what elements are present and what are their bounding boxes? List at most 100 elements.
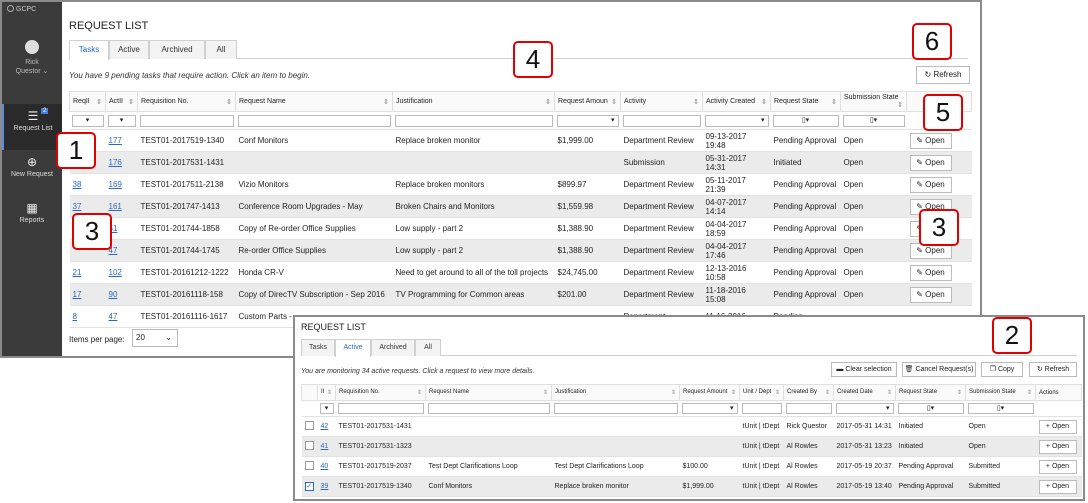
tab-tasks[interactable]: Tasks — [69, 40, 109, 60]
filter-dropdown[interactable]: ▯▾ — [967, 403, 1034, 414]
table-row[interactable]: 40 TEST01-2017519-2037 Test Dept Clarifica… — [301, 456, 1082, 477]
column-header[interactable]: Request Amount ⇕ — [679, 384, 740, 401]
column-header[interactable]: Justification ⇕ — [392, 91, 555, 112]
request-id-link[interactable]: 8 — [73, 312, 77, 321]
refresh-button[interactable]: ↻ Refresh — [1029, 362, 1077, 377]
row-checkbox[interactable] — [304, 420, 314, 430]
filter-input[interactable] — [394, 114, 553, 127]
request-id-link[interactable]: 37 — [73, 202, 82, 211]
activity-id-link[interactable]: 102 — [109, 268, 122, 277]
column-header[interactable]: Request Name ⇕ — [235, 91, 393, 112]
filter-input[interactable] — [785, 403, 832, 414]
filter-dropdown[interactable]: ▯▾ — [897, 403, 964, 414]
open-button[interactable]: + Open — [1038, 419, 1077, 434]
filter-dropdown[interactable]: ▾ — [319, 403, 334, 414]
column-header[interactable]: Justification ⇕ — [551, 384, 680, 401]
tab-all[interactable]: All — [205, 40, 237, 59]
request-id-link[interactable]: 38 — [73, 180, 82, 189]
column-header[interactable]: Requisition No. ⇕ — [137, 91, 236, 112]
tab-active[interactable]: Active — [109, 40, 149, 59]
column-header[interactable]: ReqII ⇕ — [69, 91, 106, 112]
open-button[interactable]: ✎ Open — [909, 286, 952, 303]
filter-input[interactable] — [427, 403, 550, 414]
filter-input[interactable] — [741, 403, 782, 414]
filter-input[interactable] — [337, 403, 424, 414]
filter-input[interactable] — [139, 114, 234, 127]
filter-dropdown[interactable]: ▾ — [704, 114, 769, 127]
tab-active[interactable]: Active — [335, 339, 371, 357]
filter-dropdown[interactable]: ▾ — [681, 403, 738, 414]
refresh-button[interactable]: ↻ Refresh — [916, 66, 970, 84]
table-row[interactable]: 177 TEST01-2017519-1340 Conf Monitors Repla… — [69, 129, 972, 152]
column-header[interactable]: Unit / Dept ⇕ — [739, 384, 784, 401]
cell-text: Copy of Re-order Office Supplies — [238, 224, 356, 233]
activity-id-link[interactable]: 176 — [109, 158, 122, 167]
sidebar-item-new-request[interactable]: ⊕ New Request — [2, 150, 62, 196]
filter-dropdown[interactable]: ▾ — [71, 114, 104, 127]
table-row[interactable]: 176 TEST01-2017531-1431 Submission 05-31-20… — [69, 151, 972, 174]
table-row[interactable]: 51 TEST01-201744-1858 Copy of Re-order Off… — [69, 217, 972, 240]
filter-dropdown[interactable]: ▾ — [835, 403, 894, 414]
tab-tasks[interactable]: Tasks — [301, 339, 335, 356]
filter-input[interactable] — [622, 114, 701, 127]
filter-input[interactable] — [553, 403, 678, 414]
sidebar-item-request-list[interactable]: ☰ 2 Request List — [2, 104, 62, 150]
table-row[interactable]: ✓ 39 TEST01-2017519-1340 Conf Monitors Repla… — [301, 476, 1082, 497]
column-header[interactable]: Request Amoun ⇕ — [554, 91, 621, 112]
column-header[interactable]: ActII ⇕ — [105, 91, 138, 112]
tab-all[interactable]: All — [415, 339, 441, 356]
table-row[interactable]: 17 90 TEST01-20161118-158 Copy of DirecTV S… — [69, 283, 972, 306]
filter-dropdown[interactable]: ▾ — [556, 114, 619, 127]
column-header[interactable]: Submission State ⇕ — [965, 384, 1036, 401]
column-header[interactable]: Created By ⇕ — [783, 384, 834, 401]
row-checkbox[interactable]: ✓ — [304, 482, 314, 491]
filter-dropdown[interactable]: ▾ — [107, 114, 136, 127]
open-button[interactable]: ✎ Open — [909, 154, 952, 171]
filter-dropdown[interactable]: ▯▾ — [842, 114, 905, 127]
open-button[interactable]: + Open — [1038, 479, 1077, 494]
open-button[interactable]: ✎ Open — [909, 264, 952, 281]
open-button[interactable]: ✎ Open — [909, 176, 952, 193]
request-id-link[interactable]: 40 — [321, 463, 329, 470]
column-header[interactable]: II ⇕ — [317, 384, 336, 401]
request-id-link[interactable]: 17 — [73, 290, 82, 299]
column-header[interactable]: Request State ⇕ — [895, 384, 966, 401]
clear-selection-button[interactable]: ▬ Clear selection — [831, 362, 897, 377]
table-row[interactable]: 38 169 TEST01-2017511-2138 Vizio Monitors Re… — [69, 173, 972, 196]
table-row[interactable]: 41 TEST01-2017531-1323 tUnit | tDept Al Row… — [301, 436, 1082, 457]
request-id-link[interactable]: 21 — [73, 268, 82, 277]
row-checkbox[interactable] — [304, 460, 314, 470]
column-header[interactable]: Requisition No. ⇕ — [335, 384, 426, 401]
filter-input[interactable] — [237, 114, 391, 127]
column-header[interactable]: Request State ⇕ — [770, 91, 841, 112]
request-id-link[interactable]: 41 — [321, 443, 329, 450]
column-header[interactable]: Activity ⇕ — [620, 91, 703, 112]
filter-dropdown[interactable]: ▯▾ — [772, 114, 839, 127]
open-button[interactable]: + Open — [1038, 439, 1077, 454]
copy-button[interactable]: ❐ Copy — [981, 362, 1023, 377]
activity-id-link[interactable]: 47 — [109, 312, 118, 321]
sidebar-item-reports[interactable]: ▦ Reports — [2, 196, 62, 242]
column-header[interactable]: Request Name ⇕ — [425, 384, 552, 401]
activity-id-link[interactable]: 169 — [109, 180, 122, 189]
row-checkbox[interactable] — [304, 440, 314, 450]
activity-id-link[interactable]: 177 — [109, 136, 122, 145]
table-row[interactable]: 47 TEST01-201744-1745 Re-order Office Supp… — [69, 239, 972, 262]
activity-id-link[interactable]: 161 — [109, 202, 122, 211]
table-row[interactable]: 21 102 TEST01-20161212-1222 Honda CR-V Need … — [69, 261, 972, 284]
open-button[interactable]: ✎ Open — [909, 132, 952, 149]
column-header[interactable]: Submission State ⇕ — [840, 91, 907, 112]
activity-id-link[interactable]: 90 — [109, 290, 118, 299]
table-row[interactable]: 42 TEST01-2017531-1431 tUnit | tDept Rick Q… — [301, 416, 1082, 437]
tab-archived[interactable]: Archived — [149, 40, 205, 59]
user-menu[interactable]: Rick Questor ⌄ — [2, 16, 62, 104]
request-id-link[interactable]: 39 — [321, 483, 329, 490]
table-row[interactable]: 37 161 TEST01-201747-1413 Conference Room U… — [69, 195, 972, 218]
column-header[interactable]: Activity Created ⇕ — [702, 91, 771, 112]
cancel-requests-button[interactable]: 🗑 Cancel Request(s) — [902, 362, 976, 377]
items-per-page-select[interactable]: 20 ⌄ — [132, 329, 178, 347]
open-button[interactable]: + Open — [1038, 459, 1077, 474]
tab-archived[interactable]: Archived — [371, 339, 415, 356]
request-id-link[interactable]: 42 — [321, 423, 329, 430]
column-header[interactable]: Created Date ⇕ — [833, 384, 896, 401]
